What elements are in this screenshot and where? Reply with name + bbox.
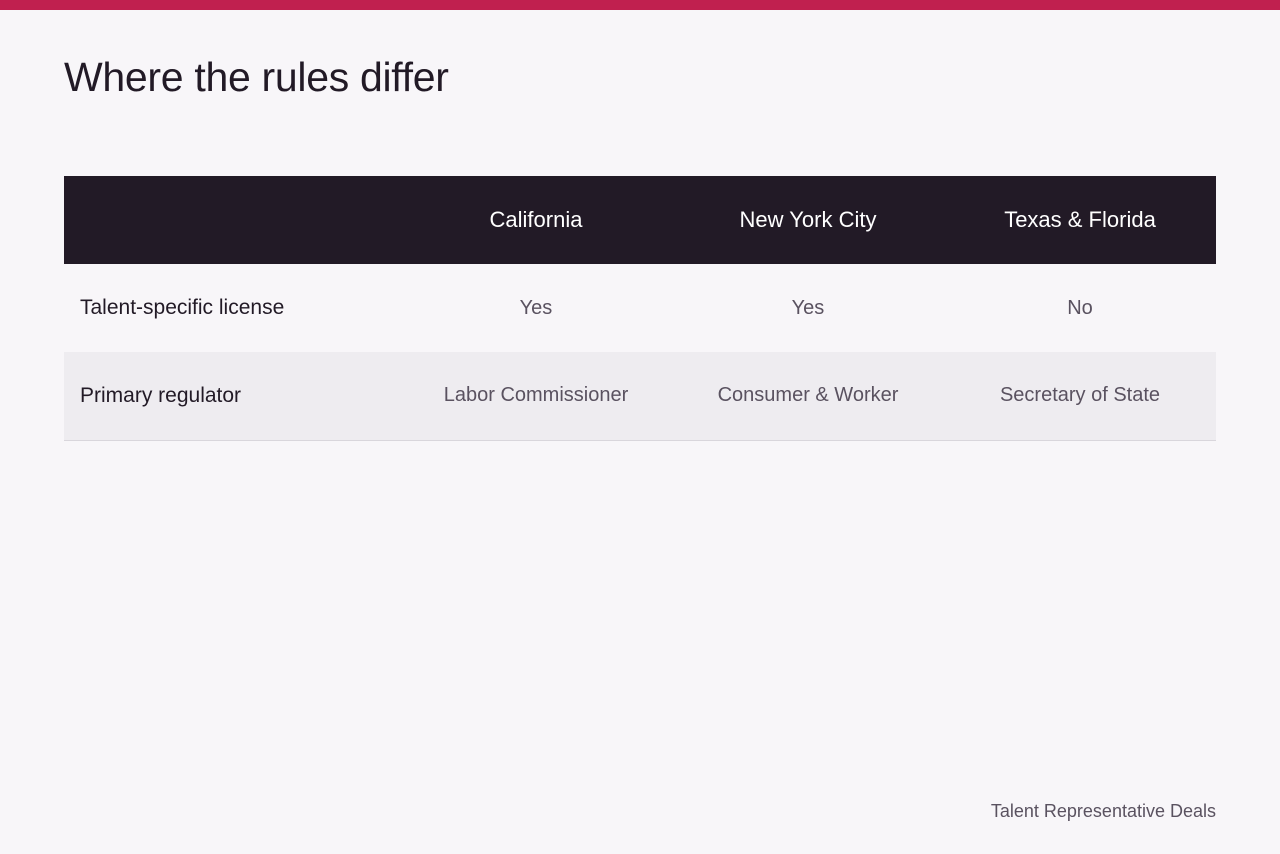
page-title: Where the rules differ: [64, 54, 449, 100]
header-cell-empty: [64, 176, 400, 264]
table-cell: No: [1067, 296, 1093, 319]
table-cell: Yes: [519, 296, 553, 319]
row-label: Primary regulator: [64, 352, 400, 441]
header-cell-new-york-city: New York City: [739, 207, 877, 232]
table-row: Talent-specific license Yes Yes No: [64, 264, 1216, 352]
header-cell-california: California: [489, 207, 583, 232]
accent-bar: [0, 0, 1280, 10]
footer-text: Talent Representative Deals: [990, 801, 1216, 821]
comparison-table: California New York City Texas & Florida…: [64, 176, 1216, 441]
table-cell: Yes: [791, 296, 825, 319]
table-cell: Secretary of State: [944, 352, 1216, 441]
row-label: Talent-specific license: [80, 296, 285, 319]
header-cell-texas-florida: Texas & Florida: [1004, 207, 1156, 232]
table-row: Primary regulator Labor Commissioner Con…: [64, 352, 1216, 441]
table-header-row: California New York City Texas & Florida: [64, 176, 1216, 264]
table-cell: Consumer & Worker: [672, 352, 944, 441]
table-cell: Labor Commissioner: [400, 352, 672, 441]
